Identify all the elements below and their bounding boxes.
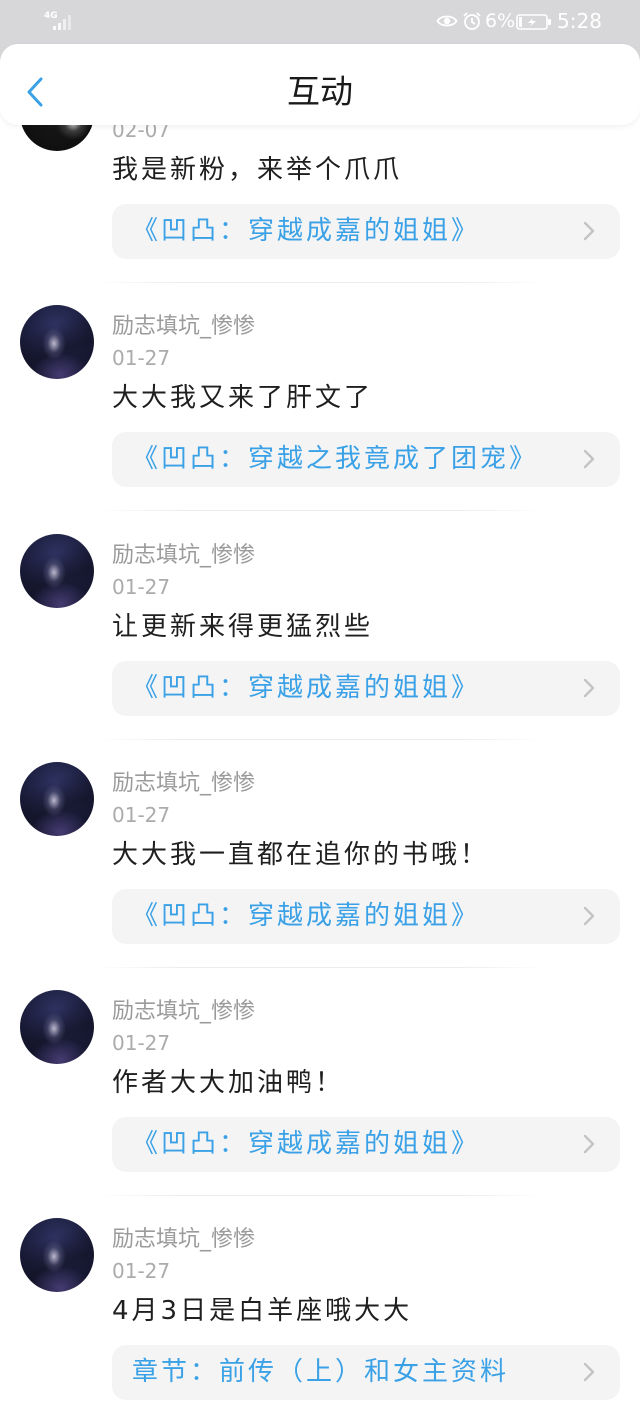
comment-item: 励志填坑_惨惨 01-27 作者大大加油鸭！ 《凹凸：穿越成嘉的姐姐》 xyxy=(0,990,640,1196)
book-link-card[interactable]: 《凹凸：穿越之我竟成了团宠》 xyxy=(112,432,620,488)
chapter-link-card[interactable]: 章节：前传（上）和女主资料 xyxy=(112,1345,620,1401)
chevron-right-icon xyxy=(583,221,595,241)
commenter-name[interactable]: 励志填坑_惨惨 xyxy=(112,542,255,570)
clock: 5:28 xyxy=(557,9,602,33)
book-link-label: 《凹凸：穿越成嘉的姐姐》 xyxy=(132,900,481,931)
comment-date: 01-27 xyxy=(112,802,171,827)
book-link-card[interactable]: 《凹凸：穿越成嘉的姐姐》 xyxy=(112,1117,620,1172)
book-link-label: 《凹凸：穿越之我竟成了团宠》 xyxy=(132,444,539,475)
comment-item: 励志填坑_惨惨 01-27 让更新来得更猛烈些 《凹凸：穿越成嘉的姐姐》 xyxy=(0,533,640,740)
chapter-link-label: 章节：前传（上）和女主资料 xyxy=(132,1357,510,1388)
book-link-label: 《凹凸：穿越成嘉的姐姐》 xyxy=(132,1129,481,1159)
chevron-right-icon xyxy=(583,1363,595,1382)
commenter-name[interactable]: 励志填坑_惨惨 xyxy=(112,770,255,798)
chevron-right-icon xyxy=(583,450,595,469)
avatar[interactable] xyxy=(20,533,94,608)
book-link-card[interactable]: 《凹凸：穿越成嘉的姐姐》 xyxy=(112,204,620,259)
eye-icon xyxy=(436,15,458,27)
comment-date: 01-27 xyxy=(112,574,171,599)
commenter-name[interactable]: 励志填坑_惨惨 xyxy=(112,998,255,1026)
book-link-card[interactable]: 《凹凸：穿越成嘉的姐姐》 xyxy=(112,660,620,716)
comment-date: 01-27 xyxy=(112,1031,171,1055)
avatar[interactable] xyxy=(20,990,94,1064)
avatar[interactable] xyxy=(20,761,94,836)
avatar[interactable] xyxy=(20,1218,94,1293)
comment-text: 4月3日是白羊座哦大大 xyxy=(112,1296,413,1327)
comment-text: 我是新粉，来举个爪爪 xyxy=(112,155,403,185)
book-link-label: 《凹凸：穿越成嘉的姐姐》 xyxy=(132,672,481,703)
comment-text: 作者大大加油鸭！ xyxy=(112,1068,345,1098)
comment-date: 01-27 xyxy=(112,1259,171,1284)
comment-item: 励志填坑_惨惨 01-27 大大我又来了肝文了 《凹凸：穿越之我竟成了团宠》 xyxy=(0,305,640,512)
book-link-label: 《凹凸：穿越成嘉的姐姐》 xyxy=(132,216,481,246)
battery-percent: 6% xyxy=(485,10,516,32)
commenter-name[interactable]: 励志填坑_惨惨 xyxy=(112,1226,255,1254)
avatar[interactable] xyxy=(20,305,94,380)
comment-text: 让更新来得更猛烈些 xyxy=(112,611,374,642)
chevron-right-icon xyxy=(583,906,595,925)
app-header: 互动 xyxy=(0,44,640,125)
comment-text: 大大我一直都在追你的书哦！ xyxy=(112,839,490,870)
alarm-icon xyxy=(463,12,481,30)
chevron-right-icon xyxy=(583,1134,595,1154)
comment-date: 01-27 xyxy=(112,346,171,371)
signal-icon xyxy=(53,15,71,30)
page-title: 互动 xyxy=(287,72,353,111)
chevron-right-icon xyxy=(583,678,595,697)
comment-list[interactable]: 02-07 我是新粉，来举个爪爪 《凹凸：穿越成嘉的姐姐》 励志填坑_惨惨 01… xyxy=(0,77,640,1401)
commenter-name[interactable]: 励志填坑_惨惨 xyxy=(112,313,255,341)
battery-charging-icon xyxy=(516,14,551,30)
comment-item: 励志填坑_惨惨 01-27 4月3日是白羊座哦大大 章节：前传（上）和女主资料 xyxy=(0,1218,640,1401)
comment-item: 励志填坑_惨惨 01-27 大大我一直都在追你的书哦！ 《凹凸：穿越成嘉的姐姐》 xyxy=(0,761,640,968)
book-link-card[interactable]: 《凹凸：穿越成嘉的姐姐》 xyxy=(112,888,620,944)
comment-text: 大大我又来了肝文了 xyxy=(112,383,374,414)
